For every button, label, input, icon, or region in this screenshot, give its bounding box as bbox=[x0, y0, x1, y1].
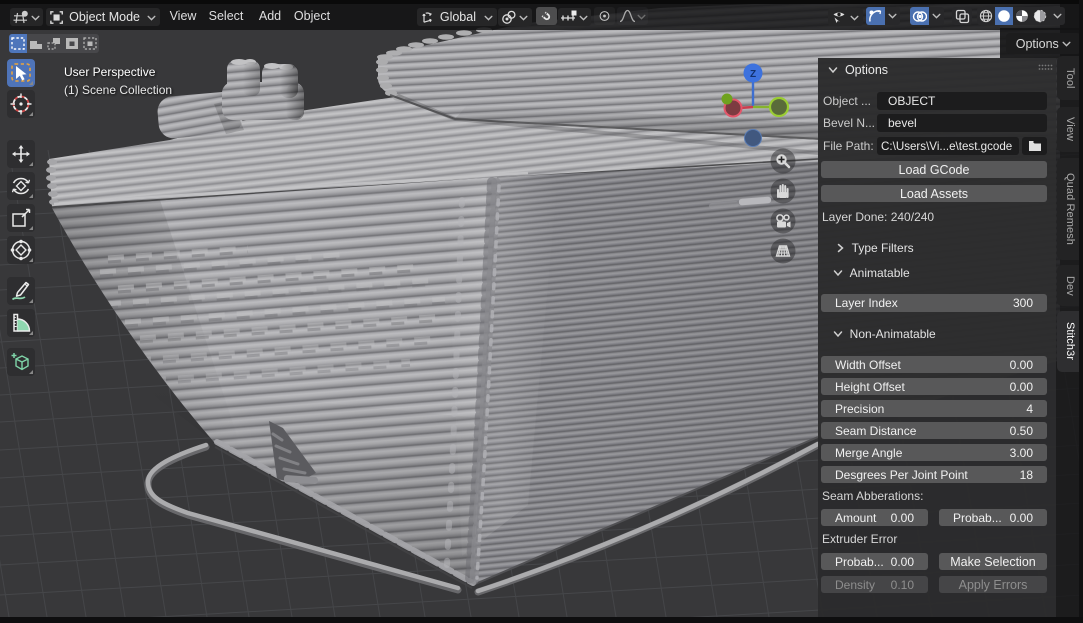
svg-text:Z: Z bbox=[750, 69, 756, 80]
